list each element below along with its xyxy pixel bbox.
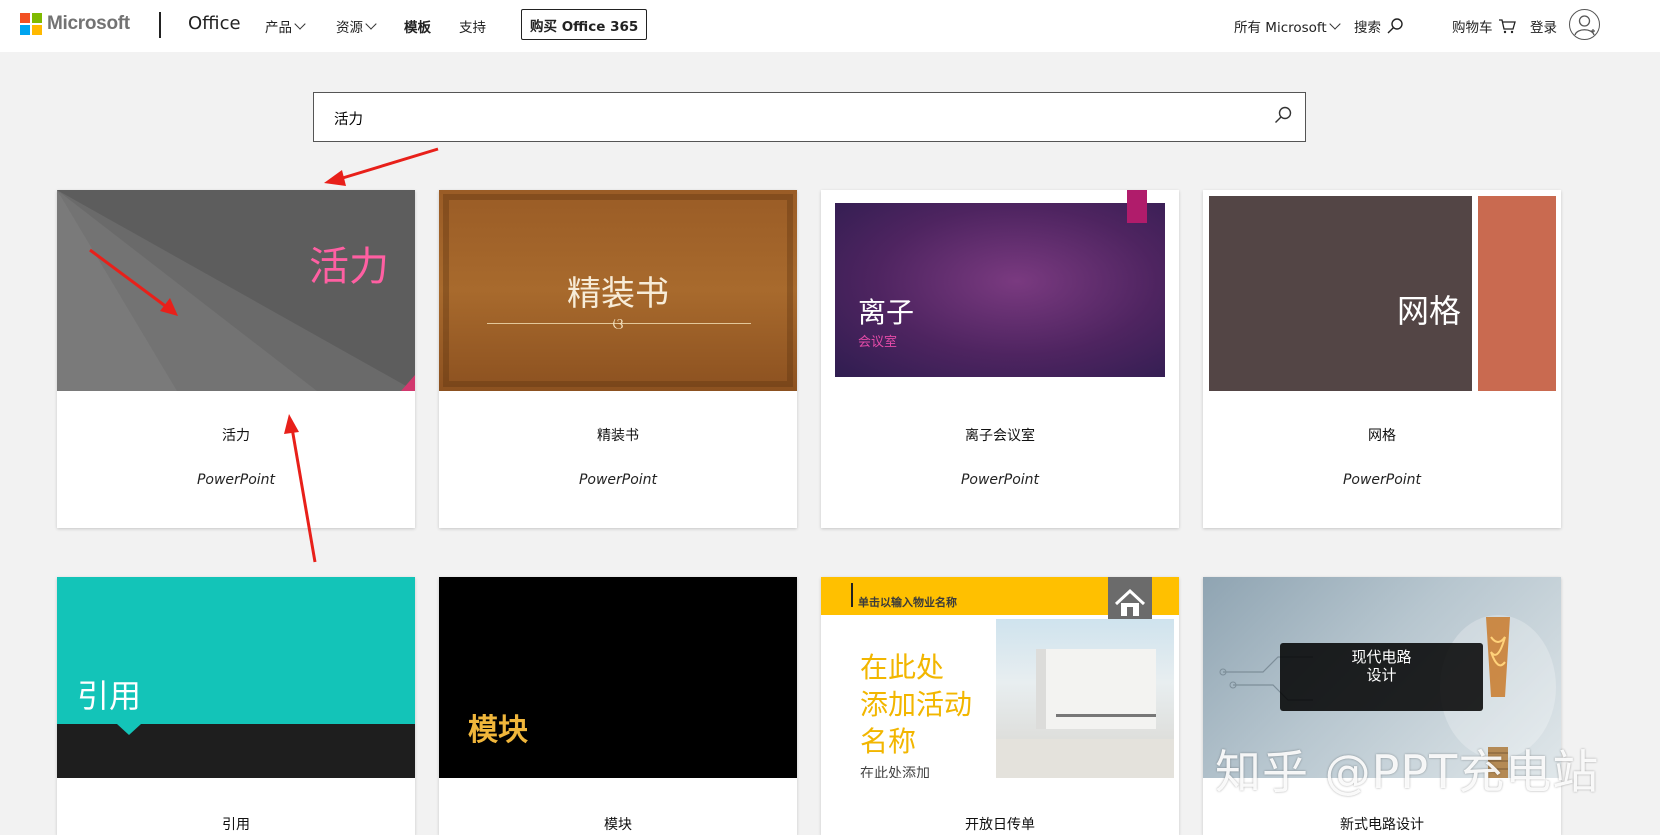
user-icon bbox=[1574, 15, 1595, 36]
header-search-button[interactable]: 搜索 bbox=[1354, 16, 1404, 36]
chevron-down-icon bbox=[1329, 17, 1341, 30]
header-divider bbox=[159, 12, 161, 38]
thumbnail-title: 现代电路 设计 bbox=[1280, 648, 1483, 684]
thumbnail-line-3: 名称 bbox=[860, 725, 917, 758]
thumbnail-title: 引用 bbox=[77, 677, 142, 715]
nav-support[interactable]: 支持 bbox=[459, 16, 486, 36]
thumbnail-ornament: ଓ bbox=[612, 314, 624, 333]
thumbnail-line-1: 在此处 bbox=[860, 651, 945, 684]
top-header: Microsoft Office 产品 资源 模板 支持 购买 Office 3… bbox=[0, 0, 1660, 52]
thumbnail-title: 精装书 bbox=[567, 274, 669, 314]
cart-link[interactable]: 购物车 bbox=[1452, 16, 1516, 36]
microsoft-wordmark: Microsoft bbox=[47, 13, 130, 34]
thumbnail-photo bbox=[996, 619, 1174, 778]
thumbnail-title: 网格 bbox=[1397, 292, 1462, 330]
template-card-hardcover[interactable]: 精装书 ଓ 精装书 PowerPoint bbox=[439, 190, 797, 528]
thumbnail-small-text: 在此处添加 bbox=[860, 766, 930, 778]
template-title: 模块 bbox=[604, 817, 632, 833]
nav-templates[interactable]: 模板 bbox=[404, 16, 431, 36]
buy-office365-button[interactable]: 购买 Office 365 bbox=[521, 9, 648, 40]
microsoft-logo-icon bbox=[20, 13, 42, 35]
thumbnail-slide bbox=[835, 203, 1165, 377]
nav-products[interactable]: 产品 bbox=[265, 16, 306, 36]
thumbnail-line-1: 现代电路 bbox=[1351, 648, 1412, 666]
search-icon bbox=[1387, 18, 1403, 34]
template-app: PowerPoint bbox=[960, 472, 1040, 488]
thumbnail-line-2: 设计 bbox=[1366, 666, 1397, 684]
template-title: 网格 bbox=[1368, 428, 1396, 444]
template-card-vapor[interactable]: 活力 活力 PowerPoint bbox=[57, 190, 415, 528]
thumbnail-header-text: 单击以输入物业名称 bbox=[858, 596, 957, 609]
template-card-grid[interactable]: 网格 网格 PowerPoint bbox=[1203, 190, 1561, 528]
all-microsoft-menu[interactable]: 所有 Microsoft bbox=[1234, 16, 1341, 36]
all-microsoft-label: 所有 Microsoft bbox=[1234, 20, 1327, 36]
template-thumbnail: 引用 bbox=[57, 577, 415, 778]
cart-icon bbox=[1498, 19, 1516, 34]
template-thumbnail: 单击以输入物业名称 在此处 添加活动 名称 在此处添加 bbox=[821, 577, 1179, 778]
template-card-ion-boardroom[interactable]: 离子 会议室 离子会议室 PowerPoint bbox=[821, 190, 1179, 528]
template-search-input[interactable] bbox=[334, 106, 1234, 130]
thumbnail-cursor bbox=[851, 583, 853, 607]
search-icon[interactable] bbox=[1273, 105, 1293, 125]
template-thumbnail: 网格 bbox=[1203, 190, 1561, 391]
thumbnail-subtitle: 会议室 bbox=[858, 335, 898, 350]
office-link[interactable]: Office bbox=[188, 13, 241, 34]
template-title: 精装书 bbox=[597, 428, 639, 444]
template-app: PowerPoint bbox=[196, 472, 276, 488]
cart-label: 购物车 bbox=[1452, 20, 1493, 36]
login-link[interactable]: 登录 bbox=[1530, 16, 1557, 36]
template-title: 离子会议室 bbox=[965, 428, 1035, 444]
header-search-label: 搜索 bbox=[1354, 20, 1381, 36]
thumbnail-title: 离子 bbox=[858, 296, 915, 329]
template-title: 新式电路设计 bbox=[1340, 817, 1424, 833]
nav-resources[interactable]: 资源 bbox=[336, 16, 377, 36]
template-app: PowerPoint bbox=[578, 472, 658, 488]
template-title: 开放日传单 bbox=[965, 817, 1035, 833]
template-card-quotable[interactable]: 引用 引用 bbox=[57, 577, 415, 835]
thumbnail-title: 在此处 添加活动 名称 bbox=[860, 649, 972, 760]
thumbnail-accent bbox=[1478, 196, 1556, 391]
template-title: 引用 bbox=[222, 817, 250, 833]
chevron-down-icon bbox=[365, 17, 377, 30]
template-search-box bbox=[313, 92, 1306, 142]
thumbnail-tab bbox=[1127, 190, 1147, 223]
nav-resources-label: 资源 bbox=[336, 20, 363, 36]
thumbnail-title: 活力 bbox=[309, 244, 389, 290]
thumbnail-line-2: 添加活动 bbox=[860, 688, 973, 721]
arrow-icon bbox=[324, 147, 439, 186]
template-thumbnail: 精装书 ଓ bbox=[439, 190, 797, 391]
template-thumbnail: 活力 bbox=[57, 190, 415, 391]
user-avatar[interactable] bbox=[1569, 9, 1600, 40]
template-title: 活力 bbox=[222, 428, 250, 444]
template-app: PowerPoint bbox=[1342, 472, 1422, 488]
template-thumbnail: 离子 会议室 bbox=[821, 190, 1179, 391]
zhihu-watermark: 知乎 @PPT充电站 bbox=[1215, 745, 1600, 799]
template-thumbnail: 模块 bbox=[439, 577, 797, 778]
thumbnail-title: 模块 bbox=[468, 713, 528, 748]
nav-products-label: 产品 bbox=[265, 20, 292, 36]
microsoft-logo[interactable]: Microsoft bbox=[20, 13, 130, 35]
chevron-down-icon bbox=[294, 17, 306, 30]
template-card-blocks[interactable]: 模块 模块 bbox=[439, 577, 797, 835]
template-card-open-house-flyer[interactable]: 单击以输入物业名称 在此处 添加活动 名称 在此处添加 开放日传单 bbox=[821, 577, 1179, 835]
